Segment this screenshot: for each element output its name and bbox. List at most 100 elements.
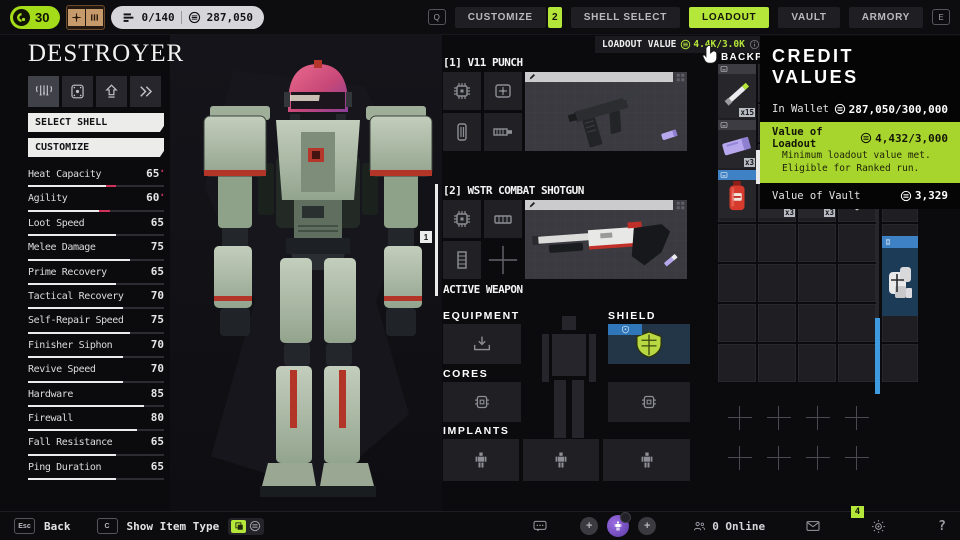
tab-shell-select[interactable]: SHELL SELECT — [571, 7, 680, 28]
stat-row-heat-capacity[interactable]: Heat Capacity65 — [28, 167, 164, 191]
backpack-slot-empty[interactable] — [718, 224, 756, 262]
stat-bar — [28, 307, 164, 309]
backpack-expansion-slot[interactable] — [767, 446, 791, 470]
frame-icon[interactable] — [62, 76, 93, 107]
value-of-vault-value: 3,329 — [915, 189, 948, 202]
backpack-expansion-slot[interactable] — [806, 406, 830, 430]
wallet-pill: 0/140 287,050 — [111, 6, 263, 29]
stat-value: 65 — [151, 265, 164, 278]
core-slot-2[interactable] — [608, 382, 690, 422]
select-shell-button[interactable]: SELECT SHELL — [28, 113, 164, 132]
help-icon[interactable]: ? — [938, 519, 946, 534]
stat-row-prime-recovery[interactable]: Prime Recovery65 — [28, 265, 164, 289]
in-wallet-row: In Wallet 287,050/300,000 — [760, 96, 960, 122]
item-header-selected — [882, 236, 918, 248]
suppressor-icon[interactable] — [484, 113, 522, 151]
info-icon[interactable] — [749, 39, 760, 50]
core-slot-1[interactable] — [443, 382, 521, 422]
grip-icon[interactable] — [443, 113, 481, 151]
character-model[interactable] — [198, 58, 438, 508]
backpack-slot-empty[interactable] — [718, 304, 756, 342]
backpack-item-energy-ammo[interactable]: x15 — [718, 64, 756, 118]
backpack-slot-empty[interactable] — [838, 344, 876, 382]
backpack-slot-empty[interactable] — [758, 264, 796, 302]
stat-value: 65 — [151, 435, 164, 448]
wallet-amount: 287,050 — [207, 11, 253, 24]
stat-row-tactical-recovery[interactable]: Tactical Recovery70 — [28, 289, 164, 313]
backpack-slot-empty[interactable] — [798, 304, 836, 342]
tab-customize[interactable]: CUSTOMIZE — [455, 7, 546, 28]
scrollbar-thumb[interactable] — [875, 318, 880, 394]
add-friend-right-button[interactable]: + — [638, 517, 656, 535]
chip-icon[interactable] — [443, 72, 481, 110]
weapon1-preview[interactable] — [525, 72, 687, 151]
weapon2-row — [443, 200, 687, 279]
backpack-expansion-slot[interactable] — [806, 446, 830, 470]
tab-vault[interactable]: VAULT — [778, 7, 839, 28]
add-friend-left-button[interactable]: + — [580, 517, 598, 535]
stat-row-agility[interactable]: Agility60 — [28, 191, 164, 215]
vertical-mag-icon[interactable] — [443, 241, 481, 279]
backpack-slot-empty[interactable] — [718, 264, 756, 302]
empty-plus-icon[interactable] — [484, 241, 522, 279]
sight-icon[interactable] — [484, 72, 522, 110]
customize-button[interactable]: CUSTOMIZE — [28, 138, 164, 157]
backpack-expansion-slot[interactable] — [845, 406, 869, 430]
tab-armory[interactable]: ARMORY — [849, 7, 923, 28]
implant-slot-1[interactable] — [443, 439, 519, 481]
implant-slot-2[interactable] — [523, 439, 599, 481]
game-logo-icon — [13, 9, 30, 26]
backpack-slot-empty[interactable] — [838, 264, 876, 302]
backpack-slot-empty[interactable] — [758, 304, 796, 342]
shield-slot[interactable] — [608, 324, 690, 364]
crosshair-token-icon — [68, 9, 85, 26]
loadout-value-label: LOADOUT VALUE — [602, 39, 676, 50]
player-avatar[interactable] — [607, 515, 629, 537]
weapon2-title: [2] WSTR COMBAT SHOTGUN — [443, 184, 584, 197]
stat-row-finisher-siphon[interactable]: Finisher Siphon70 — [28, 338, 164, 362]
active-weapon-indicator — [435, 184, 438, 296]
grid-icon — [676, 201, 685, 210]
chat-icon[interactable] — [532, 518, 548, 534]
mail-icon[interactable] — [805, 518, 821, 534]
backpack-expansion-slot[interactable] — [728, 446, 752, 470]
stat-row-melee-damage[interactable]: Melee Damage75 — [28, 240, 164, 264]
stat-row-firewall[interactable]: Firewall80 — [28, 411, 164, 435]
backpack-slot-empty[interactable] — [838, 304, 876, 342]
credit-values-title: CREDIT VALUES — [760, 36, 960, 96]
stat-row-loot-speed[interactable]: Loot Speed65 — [28, 216, 164, 240]
weapon2-preview[interactable] — [525, 200, 687, 279]
tune-icon[interactable] — [28, 76, 59, 107]
stat-row-fall-resistance[interactable]: Fall Resistance65 — [28, 435, 164, 459]
implant-slot-3[interactable] — [603, 439, 690, 481]
stat-row-ping-duration[interactable]: Ping Duration65 — [28, 460, 164, 484]
backpack-item-ammo-box[interactable]: x3 — [718, 120, 756, 168]
backpack-slot-empty[interactable] — [798, 224, 836, 262]
backpack-item-backpack-module[interactable] — [882, 236, 918, 316]
tab-loadout[interactable]: LOADOUT — [689, 7, 769, 28]
gear-icon[interactable] — [871, 519, 886, 534]
backpack-expansion-slot[interactable] — [728, 406, 752, 430]
stat-row-revive-speed[interactable]: Revive Speed70 — [28, 362, 164, 386]
backpack-expansion-slot[interactable] — [845, 446, 869, 470]
backpack-slot-empty[interactable] — [798, 344, 836, 382]
backpack-item-medkit[interactable] — [718, 170, 756, 218]
back-button[interactable]: Back — [44, 520, 71, 533]
mag-icon[interactable] — [484, 200, 522, 238]
backpack-slot-empty[interactable] — [758, 344, 796, 382]
chip-icon[interactable] — [443, 200, 481, 238]
backpack-expansion-slot[interactable] — [767, 406, 791, 430]
backpack-slot-empty[interactable] — [838, 224, 876, 262]
equipment-slot[interactable] — [443, 324, 521, 364]
stat-row-self-repair-speed[interactable]: Self-Repair Speed75 — [28, 313, 164, 337]
stat-label: Tactical Recovery — [28, 291, 124, 302]
backpack-slot-empty[interactable] — [882, 344, 918, 382]
backpack-slot-empty[interactable] — [798, 264, 836, 302]
item-type-toggle[interactable] — [228, 518, 264, 535]
backpack-slot-empty[interactable] — [758, 224, 796, 262]
stat-row-hardware[interactable]: Hardware85 — [28, 387, 164, 411]
upgrade-icon[interactable] — [96, 76, 127, 107]
advance-icon[interactable] — [130, 76, 161, 107]
in-wallet-label: In Wallet — [772, 103, 829, 115]
backpack-slot-empty[interactable] — [718, 344, 756, 382]
